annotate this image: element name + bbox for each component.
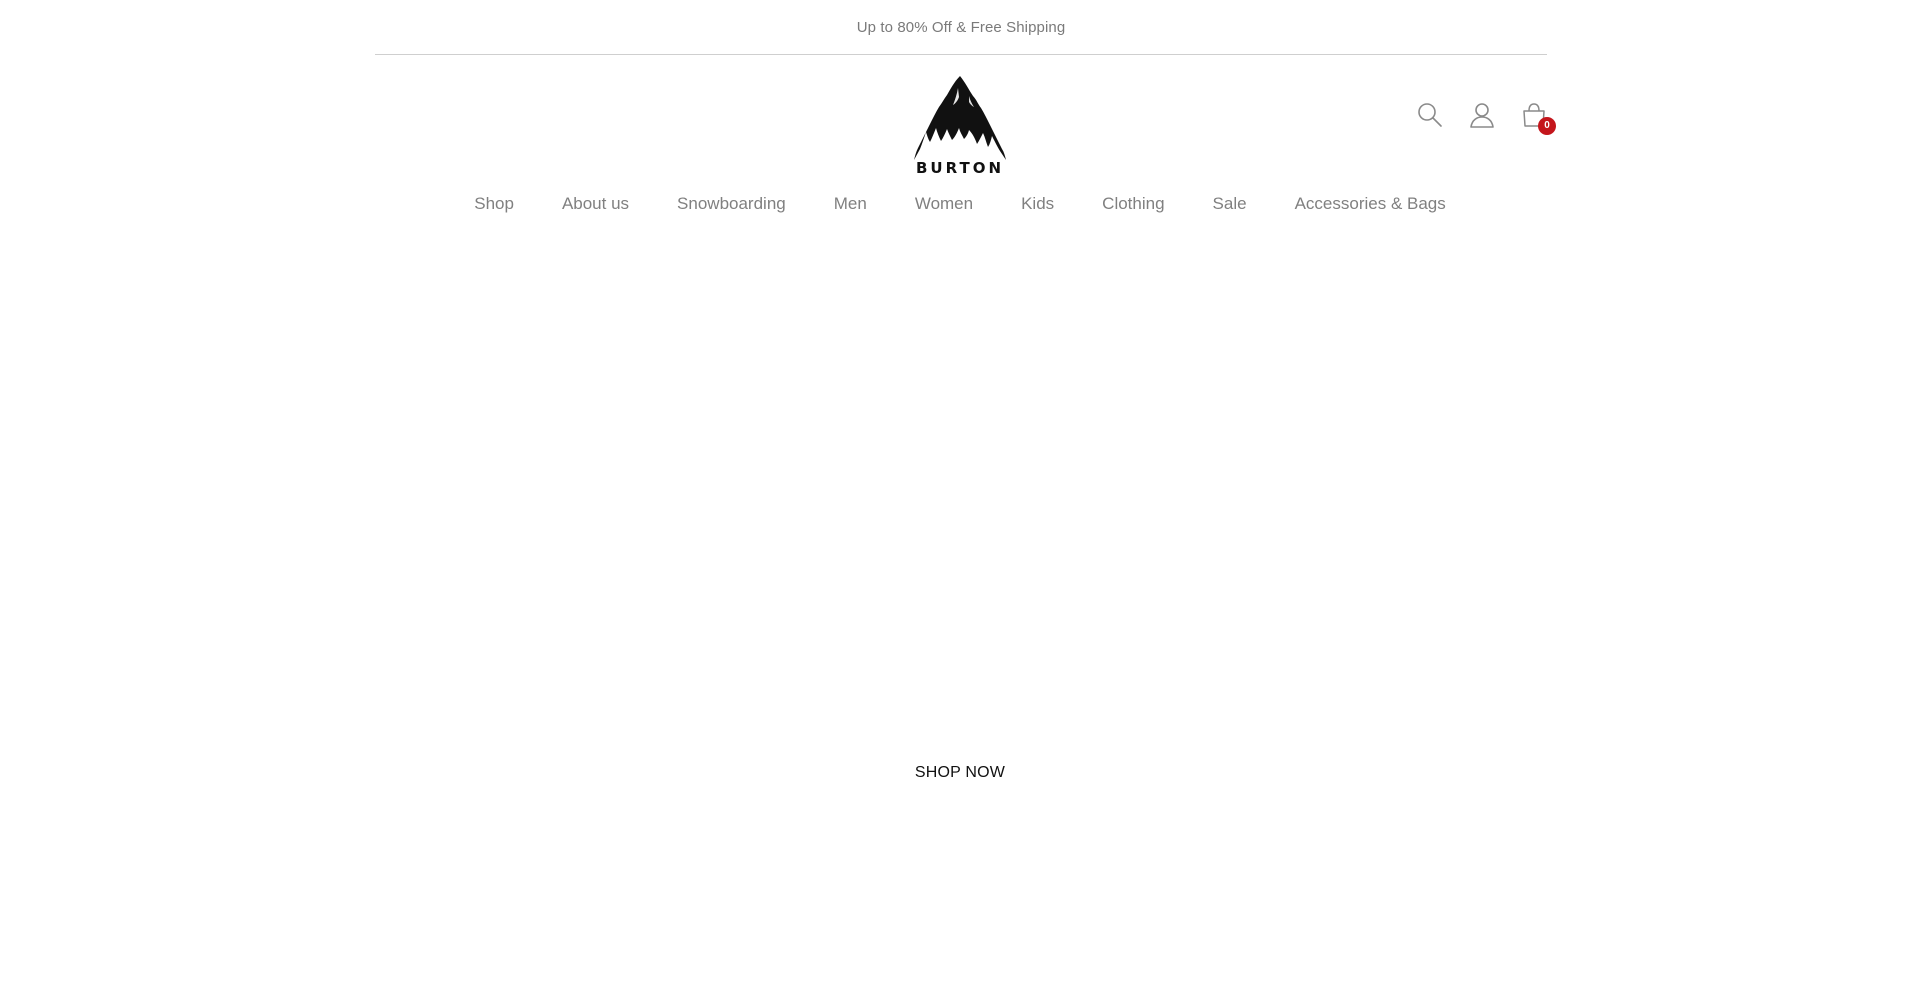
nav-item-men[interactable]: Men bbox=[834, 194, 867, 214]
header-icons: 0 bbox=[1415, 100, 1556, 135]
hero-banner bbox=[0, 240, 1920, 993]
nav-item-kids[interactable]: Kids bbox=[1021, 194, 1054, 214]
page: Up to 80% Off & Free Shipping BURTON 0 S… bbox=[0, 0, 1920, 993]
announcement-bar: Up to 80% Off & Free Shipping bbox=[375, 0, 1547, 55]
main-navigation: Shop About us Snowboarding Men Women Kid… bbox=[0, 189, 1920, 219]
announcement-text: Up to 80% Off & Free Shipping bbox=[856, 18, 1066, 36]
brand-logo[interactable]: BURTON bbox=[912, 72, 1008, 176]
nav-item-accessories-bags[interactable]: Accessories & Bags bbox=[1295, 194, 1446, 214]
logo-wordmark: BURTON bbox=[916, 159, 1004, 176]
search-button[interactable] bbox=[1415, 100, 1445, 130]
nav-item-clothing[interactable]: Clothing bbox=[1102, 194, 1164, 214]
shop-now-button[interactable]: SHOP NOW bbox=[905, 760, 1015, 785]
search-icon bbox=[1418, 103, 1442, 127]
nav-item-sale[interactable]: Sale bbox=[1213, 194, 1247, 214]
nav-item-shop[interactable]: Shop bbox=[474, 194, 514, 214]
user-icon bbox=[1470, 103, 1494, 128]
nav-item-snowboarding[interactable]: Snowboarding bbox=[677, 194, 786, 214]
nav-item-about-us[interactable]: About us bbox=[562, 194, 629, 214]
cart-count-badge: 0 bbox=[1538, 117, 1556, 135]
hero-cta: SHOP NOW bbox=[0, 764, 1920, 782]
mountain-logo-icon: BURTON bbox=[914, 76, 1006, 176]
nav-item-women[interactable]: Women bbox=[915, 194, 973, 214]
account-button[interactable] bbox=[1467, 100, 1497, 130]
